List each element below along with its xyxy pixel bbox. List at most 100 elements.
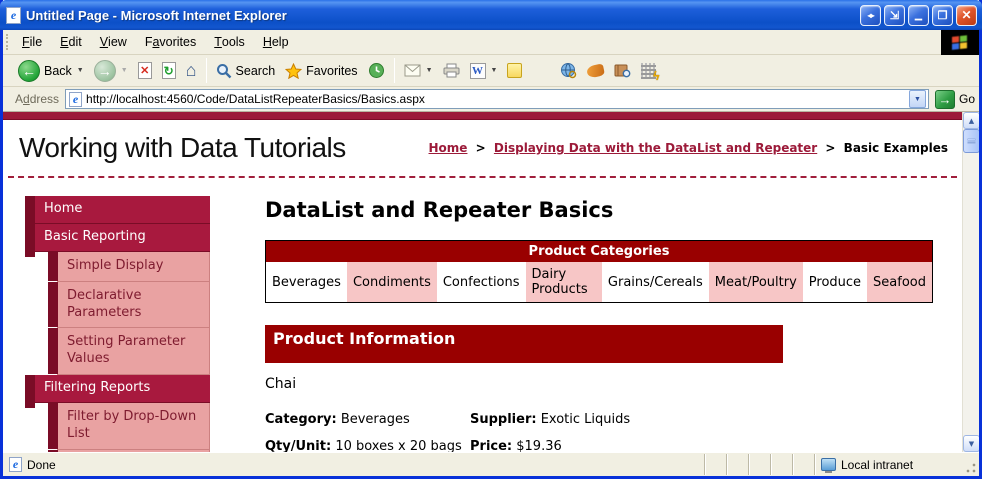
status-pane <box>748 454 770 475</box>
maximize-button[interactable] <box>932 5 953 26</box>
local-intranet-icon <box>821 458 836 471</box>
toolbar-separator <box>206 58 207 83</box>
refresh-icon <box>162 62 176 79</box>
word-dropdown-icon[interactable]: ▼ <box>491 67 498 74</box>
vertical-scrollbar[interactable] <box>962 112 979 452</box>
sidebar-menu: Home Basic Reporting Simple Display Decl… <box>35 196 210 452</box>
product-information-banner: Product Information <box>265 325 783 363</box>
home-button[interactable] <box>181 58 202 83</box>
mail-dropdown-icon[interactable]: ▼ <box>426 67 433 74</box>
close-button[interactable] <box>956 5 977 26</box>
menu-edit[interactable]: Edit <box>51 30 91 54</box>
print-button[interactable] <box>438 61 465 80</box>
status-bar: Done Local intranet <box>3 452 979 476</box>
resize-grip[interactable] <box>964 454 977 475</box>
home-icon <box>186 60 197 81</box>
menubar-grip[interactable] <box>6 34 11 50</box>
sidebar-item-setting-parameter-values[interactable]: Setting Parameter Values <box>57 328 210 375</box>
breadcrumb-separator: > <box>476 141 486 155</box>
status-pane <box>792 454 814 475</box>
scroll-down-button[interactable] <box>963 435 979 452</box>
search-button[interactable]: Search <box>211 61 281 81</box>
forward-icon <box>94 60 116 82</box>
mail-button[interactable]: ▼ <box>399 62 438 79</box>
scroll-up-button[interactable] <box>963 112 979 129</box>
scrollbar-thumb[interactable] <box>963 129 979 153</box>
book-search-icon <box>614 63 631 78</box>
sidebar-item-declarative-parameters[interactable]: Declarative Parameters <box>57 282 210 329</box>
globe-search-icon <box>560 62 577 79</box>
refresh-button[interactable] <box>157 60 181 81</box>
encyclopedia-button[interactable] <box>609 61 636 80</box>
url-text[interactable]: http://localhost:4560/Code/DataListRepea… <box>86 92 909 106</box>
address-label: Address <box>15 92 59 106</box>
back-button[interactable]: Back ▼ <box>13 58 89 84</box>
category-cell: Seafood <box>867 262 932 303</box>
address-bar: Address http://localhost:4560/Code/DataL… <box>3 87 979 112</box>
messenger-icon <box>586 63 605 78</box>
binary-tool-button[interactable] <box>636 61 661 81</box>
sidebar-item-master-details[interactable]: Master-Details- <box>57 450 210 452</box>
status-pane <box>704 454 726 475</box>
search-icon <box>216 63 232 79</box>
go-button[interactable]: Go <box>935 90 975 109</box>
binary-grid-icon <box>641 63 656 79</box>
qty-field: Qty/Unit: 10 boxes x 20 bags <box>265 439 470 452</box>
categories-row: Beverages Condiments Confections Dairy P… <box>266 262 933 303</box>
history-button[interactable] <box>363 60 390 81</box>
address-input[interactable]: http://localhost:4560/Code/DataListRepea… <box>65 89 929 109</box>
menu-file[interactable]: File <box>13 30 51 54</box>
status-page-icon <box>9 457 22 472</box>
print-icon <box>443 63 460 78</box>
sidebar-item-filtering-reports[interactable]: Filtering Reports <box>35 375 210 403</box>
category-cell: Beverages <box>266 262 347 303</box>
messenger-button[interactable] <box>582 63 609 79</box>
security-zone-pane: Local intranet <box>814 454 964 475</box>
search-label: Search <box>236 64 276 78</box>
address-dropdown-button[interactable] <box>909 90 926 108</box>
title-bar[interactable]: Untitled Page - Microsoft Internet Explo… <box>0 0 982 30</box>
breadcrumb-separator: > <box>825 141 835 155</box>
sidebar-item-home[interactable]: Home <box>35 196 210 224</box>
word-icon <box>470 63 486 79</box>
favorites-button[interactable]: Favorites <box>280 61 362 81</box>
product-categories-table: Product Categories Beverages Condiments … <box>265 240 933 303</box>
status-left-pane: Done <box>5 457 704 472</box>
menu-tools[interactable]: Tools <box>205 30 254 54</box>
menu-favorites[interactable]: Favorites <box>136 30 205 54</box>
research-button[interactable] <box>555 60 582 81</box>
edit-with-word-button[interactable]: ▼ <box>465 61 503 81</box>
sidebar-item-filter-by-dropdown-list[interactable]: Filter by Drop-Down List <box>57 403 210 450</box>
site-title: Working with Data Tutorials <box>19 132 346 164</box>
sidebar-item-basic-reporting[interactable]: Basic Reporting <box>35 224 210 252</box>
page-top-band <box>3 112 962 120</box>
price-field: Price: $19.36 <box>470 439 562 452</box>
favorites-star-icon <box>285 63 302 79</box>
breadcrumb-section-link[interactable]: Displaying Data with the DataList and Re… <box>494 141 817 155</box>
page-title: DataList and Repeater Basics <box>265 198 933 222</box>
zone-label: Local intranet <box>841 458 913 472</box>
back-icon <box>18 60 40 82</box>
vm-resize-button[interactable] <box>860 5 881 26</box>
browser-viewport: Working with Data Tutorials Home > Displ… <box>3 112 979 452</box>
sidebar-item-simple-display[interactable]: Simple Display <box>57 252 210 282</box>
breadcrumb: Home > Displaying Data with the DataList… <box>429 141 948 155</box>
minimize-button[interactable] <box>908 5 929 26</box>
forward-button[interactable]: ▼ <box>89 58 133 84</box>
breadcrumb-home-link[interactable]: Home <box>429 141 468 155</box>
vm-popout-button[interactable] <box>884 5 905 26</box>
category-cell: Grains/Cereals <box>602 262 709 303</box>
go-arrow-icon <box>935 90 955 109</box>
discuss-button[interactable] <box>502 61 527 80</box>
page-header: Working with Data Tutorials Home > Displ… <box>3 120 962 174</box>
menu-view[interactable]: View <box>91 30 136 54</box>
forward-dropdown-icon: ▼ <box>121 67 128 74</box>
product-fields: Category: Beverages Supplier: Exotic Liq… <box>265 412 933 452</box>
menu-help[interactable]: Help <box>254 30 298 54</box>
stop-button[interactable] <box>133 60 157 81</box>
category-field: Category: Beverages <box>265 412 470 427</box>
back-dropdown-icon[interactable]: ▼ <box>77 67 84 74</box>
category-cell: Confections <box>437 262 526 303</box>
mail-icon <box>404 64 421 77</box>
category-cell: Condiments <box>347 262 437 303</box>
